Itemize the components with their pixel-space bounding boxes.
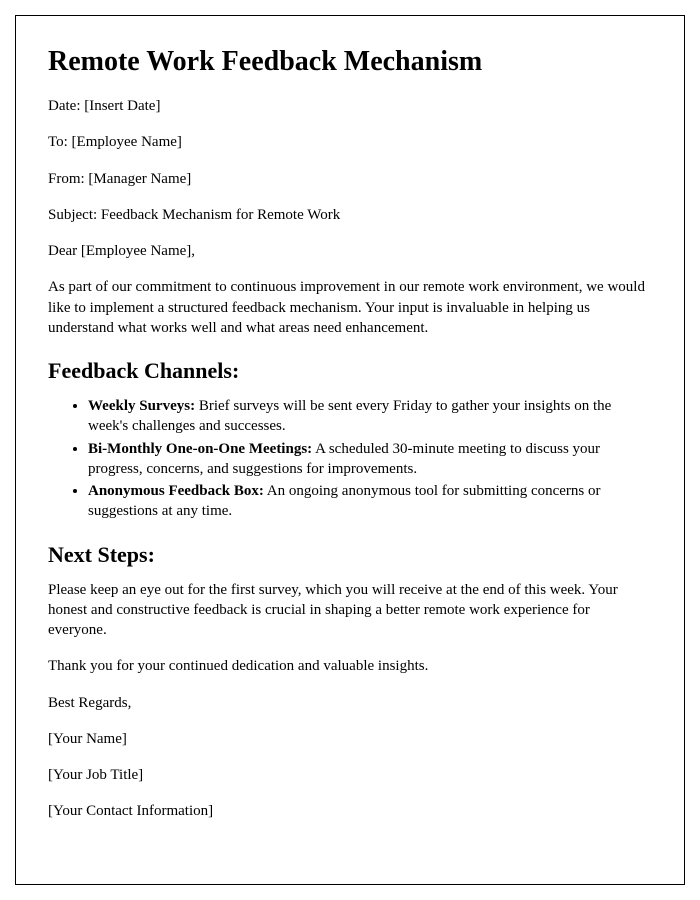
signature-contact: [Your Contact Information]	[48, 801, 652, 821]
channels-list: Weekly Surveys: Brief surveys will be se…	[48, 396, 652, 522]
document-page: Remote Work Feedback Mechanism Date: [In…	[15, 15, 685, 885]
thanks-paragraph: Thank you for your continued dedication …	[48, 656, 652, 676]
signature-title: [Your Job Title]	[48, 765, 652, 785]
list-item: Anonymous Feedback Box: An ongoing anony…	[88, 481, 652, 522]
channel-label: Anonymous Feedback Box:	[88, 483, 264, 499]
list-item: Weekly Surveys: Brief surveys will be se…	[88, 396, 652, 437]
salutation: Dear [Employee Name],	[48, 241, 652, 261]
list-item: Bi-Monthly One-on-One Meetings: A schedu…	[88, 439, 652, 480]
next-steps-heading: Next Steps:	[48, 542, 652, 568]
page-title: Remote Work Feedback Mechanism	[48, 46, 652, 78]
signature-name: [Your Name]	[48, 729, 652, 749]
meta-from: From: [Manager Name]	[48, 169, 652, 189]
closing: Best Regards,	[48, 693, 652, 713]
channel-label: Bi-Monthly One-on-One Meetings:	[88, 441, 312, 457]
meta-subject: Subject: Feedback Mechanism for Remote W…	[48, 205, 652, 225]
meta-date: Date: [Insert Date]	[48, 96, 652, 116]
intro-paragraph: As part of our commitment to continuous …	[48, 277, 652, 338]
feedback-channels-heading: Feedback Channels:	[48, 358, 652, 384]
channel-label: Weekly Surveys:	[88, 398, 195, 414]
next-steps-paragraph: Please keep an eye out for the first sur…	[48, 580, 652, 641]
meta-to: To: [Employee Name]	[48, 132, 652, 152]
